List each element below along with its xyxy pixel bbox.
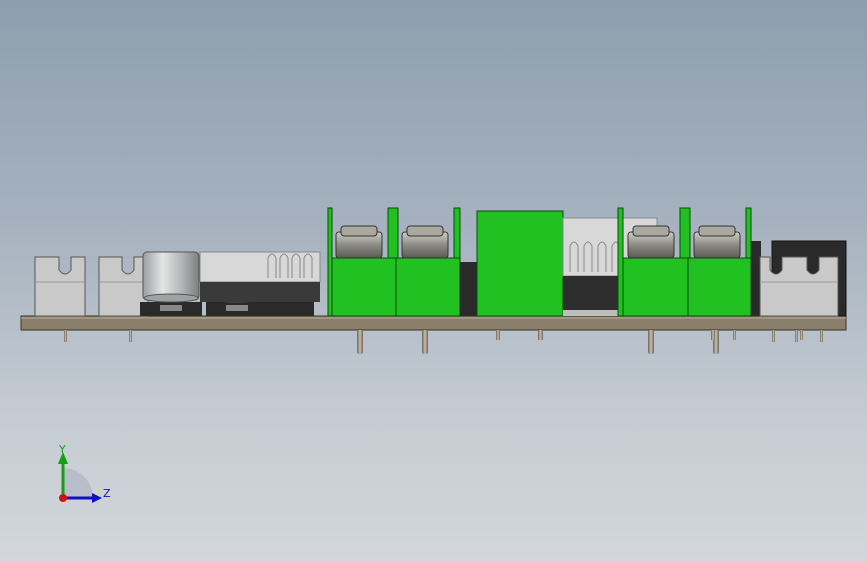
z-axis-label: Z [103, 487, 111, 500]
dark-component-mid [460, 262, 478, 316]
green-relay-block [476, 210, 564, 317]
electrolytic-capacitor-1 [140, 251, 202, 316]
orientation-triad: Y Z [58, 443, 111, 503]
y-axis-label: Y [58, 443, 66, 456]
through-hole-pins [64, 330, 823, 354]
triad-plane-indicator [63, 468, 93, 498]
header-connector-left [34, 256, 86, 317]
terminal-block-left [327, 207, 461, 317]
cad-viewport[interactable] [0, 0, 867, 562]
x-axis-dot [59, 494, 67, 502]
